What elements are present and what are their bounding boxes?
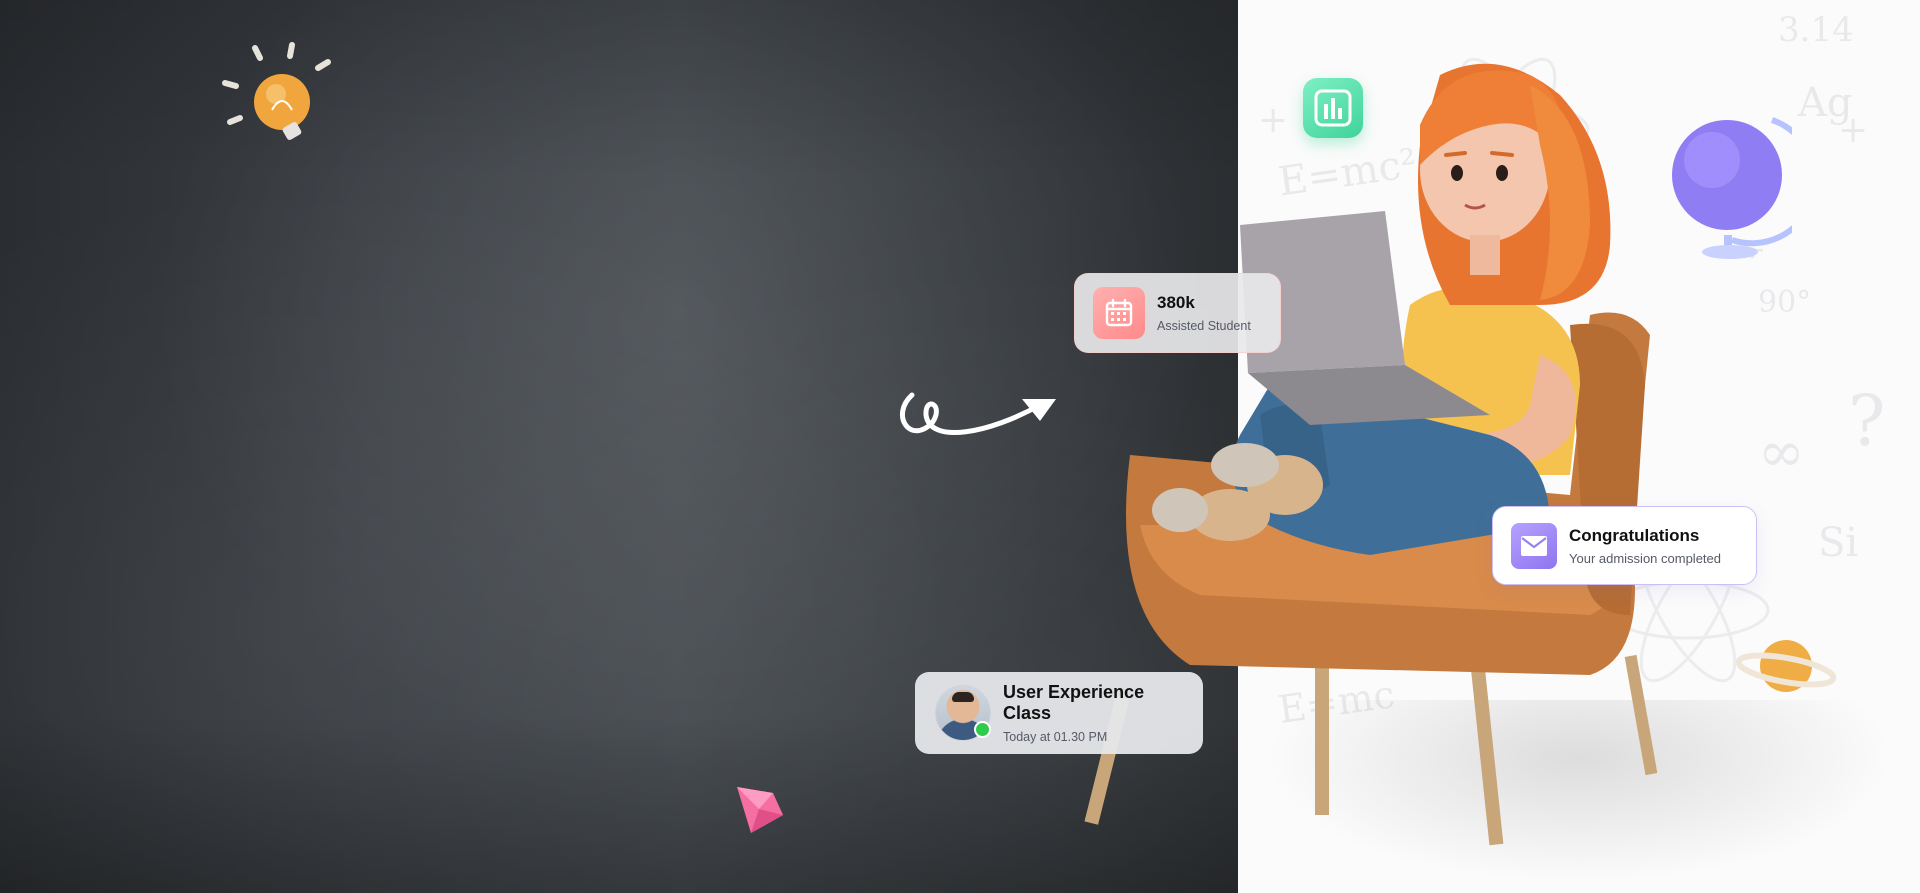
admission-text: Congratulations Your admission completed — [1569, 526, 1721, 566]
chalkboard-background — [0, 0, 1238, 893]
class-title: User Experience Class — [1003, 682, 1145, 723]
assisted-students-card: 380k Assisted Student — [1074, 273, 1281, 353]
online-status-dot — [974, 721, 991, 738]
admission-notification-card: Congratulations Your admission completed — [1492, 506, 1757, 585]
admission-message: Your admission completed — [1569, 550, 1721, 566]
planet-icon — [1736, 640, 1836, 692]
lightbulb-icon — [222, 42, 331, 140]
students-label: Assisted Student — [1157, 319, 1251, 333]
calendar-icon — [1093, 287, 1145, 339]
assisted-students-text: 380k Assisted Student — [1157, 293, 1251, 333]
class-time: Today at 01.30 PM — [1003, 730, 1108, 744]
students-count: 380k — [1157, 293, 1195, 312]
swirl-arrow-icon — [899, 392, 1056, 435]
class-text: User Experience Class Today at 01.30 PM — [1003, 682, 1183, 744]
mail-icon — [1511, 522, 1557, 569]
avatar — [935, 685, 991, 741]
gem-icon — [737, 787, 783, 833]
globe-icon — [1672, 117, 1792, 259]
admission-title: Congratulations — [1569, 525, 1700, 545]
class-schedule-card: User Experience Class Today at 01.30 PM — [915, 672, 1203, 754]
